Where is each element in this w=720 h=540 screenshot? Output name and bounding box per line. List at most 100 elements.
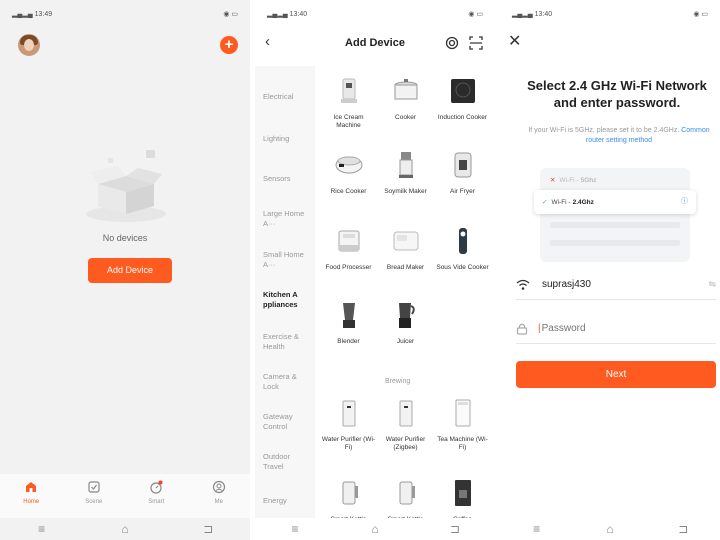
- check-icon: ✓: [542, 199, 548, 206]
- blender-icon: [342, 303, 355, 328]
- device-coffee[interactable]: Coffee: [435, 478, 490, 524]
- add-icon[interactable]: +: [220, 36, 238, 54]
- category-item[interactable]: Camera & Lock: [263, 372, 311, 392]
- device-juicer[interactable]: Juicer: [378, 300, 433, 346]
- smart-kettle-icon: [399, 481, 415, 505]
- device-ice-cream-machine[interactable]: Ice Cream Machine: [321, 76, 376, 129]
- password-field[interactable]: |: [516, 314, 716, 344]
- back-nav-icon[interactable]: ⊐: [196, 522, 220, 536]
- status-time: 13:40: [289, 11, 308, 18]
- device-label: Food Processer: [325, 263, 372, 271]
- water-purifier-icon: [342, 400, 355, 427]
- me-icon: [212, 480, 225, 494]
- category-item[interactable]: Sensors: [263, 174, 311, 184]
- info-icon: ⓘ: [681, 198, 688, 205]
- back-nav-icon[interactable]: ⊐: [443, 522, 467, 536]
- coffee-machine-icon: [454, 480, 471, 506]
- category-item[interactable]: Small Home A···: [263, 250, 311, 270]
- status-bar: ▂▄▂▄ 13:40 ◉ ▭: [512, 8, 708, 20]
- induction-cooker-icon: [450, 79, 475, 103]
- empty-box-illustration: [86, 150, 166, 222]
- page-title: Select 2.4 GHz Wi-Fi Network and enter p…: [527, 78, 707, 110]
- cooker-icon: [394, 79, 417, 100]
- device-blender[interactable]: Blender: [321, 300, 376, 346]
- home-nav-icon[interactable]: ⌂: [113, 522, 137, 536]
- wifi-hint-text: If your Wi-Fi is 5GHz, please set it to …: [528, 127, 680, 134]
- ice-cream-machine-icon: [340, 78, 357, 103]
- sous-vide-cooker-icon: [458, 228, 467, 254]
- page-title: Add Device: [345, 37, 405, 49]
- device-label: Ice Cream Machine: [333, 113, 364, 129]
- wifi-24ghz-card: ✓ Wi-Fi - 2.4Ghz ⓘ: [534, 190, 696, 214]
- status-bar: ▂▄▂▄ 13:40 ◉ ▭: [267, 8, 483, 20]
- bread-maker-icon: [393, 231, 418, 251]
- avatar[interactable]: [18, 34, 40, 56]
- device-label: Induction Cooker: [437, 113, 488, 121]
- signal-icon: ▂▄▂▄: [267, 11, 288, 18]
- device-rice-cooker[interactable]: Rice Cooker: [321, 150, 376, 196]
- next-button[interactable]: Next: [516, 361, 716, 388]
- menu-nav-icon[interactable]: ≡: [30, 522, 54, 536]
- device-cooker[interactable]: Cooker: [378, 76, 433, 122]
- category-item[interactable]: Energy: [263, 496, 311, 506]
- add-device-screen: ▂▄▂▄ 13:40 ◉ ▭ ‹ Add Device Electrical L…: [255, 0, 495, 540]
- category-item[interactable]: Lighting: [263, 134, 311, 144]
- rice-cooker-icon: [335, 156, 362, 174]
- device-label: Blender: [337, 337, 360, 345]
- auto-scan-icon[interactable]: [445, 36, 459, 50]
- close-icon[interactable]: ✕: [508, 31, 521, 51]
- tab-smart[interactable]: Smart: [131, 480, 181, 518]
- tab-me[interactable]: Me: [194, 480, 244, 518]
- device-label: Cooker: [395, 113, 416, 121]
- device-label: Water Purifier (Wi-Fi): [321, 435, 376, 451]
- text-cursor: |: [538, 323, 541, 334]
- back-nav-icon[interactable]: ⊐: [671, 522, 695, 536]
- ssid-field[interactable]: suprasj430 ⇋: [516, 270, 716, 300]
- device-label: Water Purifier (Zigbee): [385, 435, 426, 451]
- device-water-purifier-wifi[interactable]: Water Purifier (Wi-Fi): [321, 398, 376, 451]
- tab-home[interactable]: Home: [6, 480, 56, 518]
- menu-nav-icon[interactable]: ≡: [525, 522, 549, 536]
- switch-network-icon[interactable]: ⇋: [708, 279, 716, 290]
- home-nav-icon[interactable]: ⌂: [363, 522, 387, 536]
- signal-icon: ▂▄▂▄: [512, 11, 533, 18]
- status-bar: ▂▄▂▄ 13:49 ◉ ▭: [12, 8, 238, 20]
- wifi-5ghz-row: ✕ Wi-Fi - 5Ghz: [550, 176, 597, 185]
- device-label: Sous Vide Cooker: [436, 263, 489, 271]
- status-time: 13:40: [534, 11, 553, 18]
- soymilk-maker-icon: [398, 152, 413, 178]
- home-nav-icon[interactable]: ⌂: [598, 522, 622, 536]
- tab-scene[interactable]: Scene: [69, 480, 119, 518]
- device-tea-machine[interactable]: Tea Machine (Wi-Fi): [435, 398, 490, 451]
- device-sous-vide-cooker[interactable]: Sous Vide Cooker: [435, 226, 490, 272]
- tab-label: Me: [214, 499, 223, 505]
- tab-label: Smart: [148, 499, 165, 505]
- add-device-button[interactable]: Add Device: [88, 258, 172, 283]
- category-item[interactable]: Electrical: [263, 92, 311, 102]
- device-food-processer[interactable]: Food Processer: [321, 226, 376, 272]
- category-item-active[interactable]: Kitchen A ppliances: [263, 290, 311, 310]
- device-smart-kettle[interactable]: Smart Kettle: [321, 478, 376, 524]
- device-bread-maker[interactable]: Bread Maker: [378, 226, 433, 272]
- battery-icon: ◉ ▭: [468, 11, 483, 18]
- system-nav-bar: ≡ ⌂ ⊐: [255, 518, 495, 540]
- category-item[interactable]: Large Home A···: [263, 209, 311, 229]
- category-item[interactable]: Outdoor Travel: [263, 452, 311, 472]
- qr-scan-icon[interactable]: [469, 36, 483, 50]
- menu-nav-icon[interactable]: ≡: [283, 522, 307, 536]
- password-input[interactable]: [541, 323, 662, 334]
- device-smart-kettle[interactable]: Smart Kettle: [378, 478, 433, 524]
- device-air-fryer[interactable]: Air Fryer: [435, 150, 490, 196]
- water-purifier-icon: [399, 400, 412, 427]
- device-water-purifier-zigbee[interactable]: Water Purifier (Zigbee): [378, 398, 433, 451]
- device-induction-cooker[interactable]: Induction Cooker: [435, 76, 490, 122]
- category-item[interactable]: Exercise & Health: [263, 332, 311, 352]
- wifi-5g-band: 5Ghz: [580, 176, 597, 184]
- section-label-brewing: Brewing: [385, 378, 411, 385]
- status-time: 13:49: [34, 11, 53, 18]
- wifi-hint: If your Wi-Fi is 5GHz, please set it to …: [522, 126, 716, 146]
- battery-icon: ◉ ▭: [693, 11, 708, 18]
- wifi-band-illustration: ✕ Wi-Fi - 5Ghz ✓ Wi-Fi - 2.4Ghz ⓘ: [534, 168, 696, 262]
- device-soymilk-maker[interactable]: Soymilk Maker: [378, 150, 433, 196]
- category-item[interactable]: Gateway Control: [263, 412, 311, 432]
